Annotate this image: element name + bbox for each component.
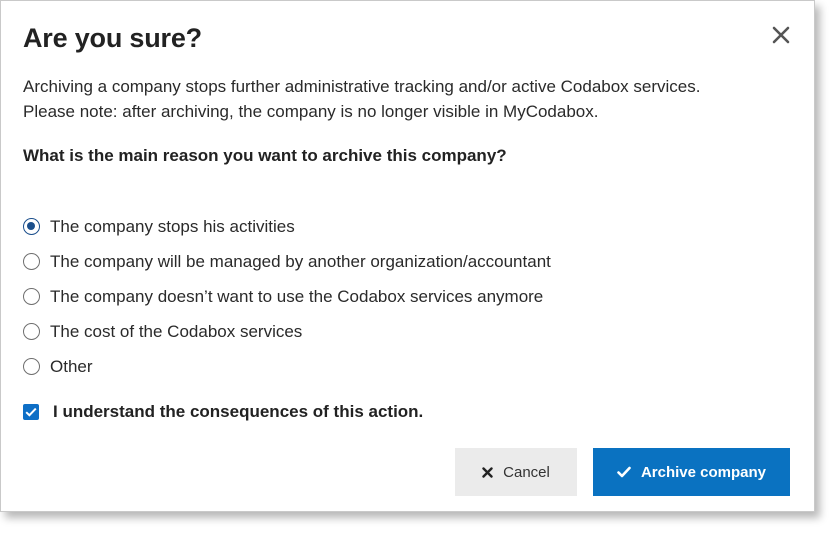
option-label: The company stops his activities bbox=[50, 216, 295, 236]
archive-company-button[interactable]: Archive company bbox=[593, 448, 790, 496]
reason-option-stops-activities[interactable]: The company stops his activities bbox=[23, 209, 551, 244]
reason-option-cost[interactable]: The cost of the Codabox services bbox=[23, 314, 551, 349]
reason-option-other[interactable]: Other bbox=[23, 349, 551, 384]
radio-button[interactable] bbox=[23, 288, 40, 305]
option-label: The cost of the Codabox services bbox=[50, 321, 303, 341]
radio-button[interactable] bbox=[23, 218, 40, 235]
radio-button[interactable] bbox=[23, 323, 40, 340]
confirm-consequences[interactable]: I understand the consequences of this ac… bbox=[23, 402, 423, 422]
reason-option-no-longer-use[interactable]: The company doesn’t want to use the Coda… bbox=[23, 279, 551, 314]
dialog-title: Are you sure? bbox=[23, 23, 202, 53]
option-label: The company will be managed by another o… bbox=[50, 251, 551, 271]
check-icon bbox=[617, 466, 631, 478]
close-icon bbox=[772, 26, 790, 44]
radio-button[interactable] bbox=[23, 253, 40, 270]
radio-button[interactable] bbox=[23, 358, 40, 375]
archive-dialog: Are you sure? Archiving a company stops … bbox=[0, 0, 815, 512]
confirm-label: I understand the consequences of this ac… bbox=[53, 402, 424, 421]
reason-question: What is the main reason you want to arch… bbox=[23, 146, 507, 165]
archive-label: Archive company bbox=[640, 463, 767, 481]
reason-option-other-organization[interactable]: The company will be managed by another o… bbox=[23, 244, 551, 279]
option-label: Other bbox=[50, 356, 93, 376]
checkmark-icon bbox=[25, 407, 37, 417]
x-icon bbox=[482, 466, 493, 478]
cancel-label: Cancel bbox=[503, 463, 550, 481]
confirm-checkbox[interactable] bbox=[23, 404, 39, 420]
reason-options: The company stops his activities The com… bbox=[23, 209, 551, 384]
cancel-button[interactable]: Cancel bbox=[455, 448, 577, 496]
option-label: The company doesn’t want to use the Coda… bbox=[50, 286, 544, 306]
dialog-description: Archiving a company stops further admini… bbox=[23, 74, 783, 124]
description-line-2: Please note: after archiving, the compan… bbox=[23, 102, 599, 121]
description-line-1: Archiving a company stops further admini… bbox=[23, 77, 701, 96]
close-button[interactable] bbox=[765, 19, 797, 51]
